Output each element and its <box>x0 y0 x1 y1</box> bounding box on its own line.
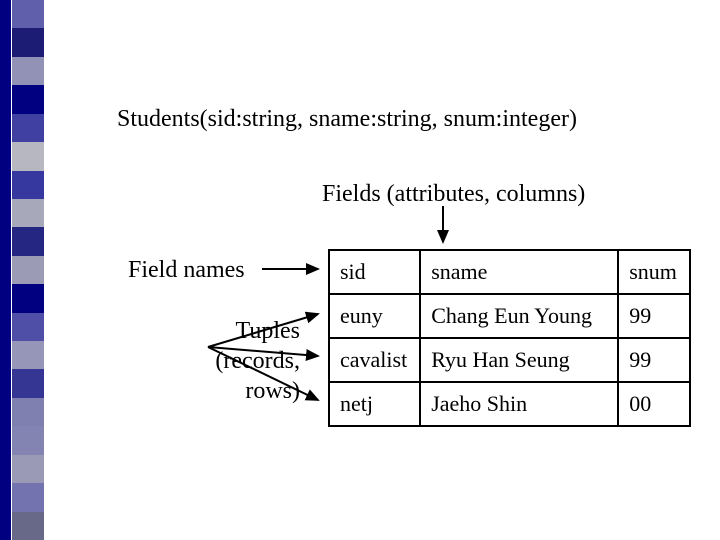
stripe-segment <box>12 398 44 426</box>
stripe-segment <box>12 171 44 199</box>
left-stripe-pattern <box>12 0 44 540</box>
header-snum: snum <box>618 250 690 294</box>
header-sname: sname <box>420 250 618 294</box>
stripe-segment <box>12 426 44 454</box>
stripe-segment <box>12 341 44 369</box>
cell-sname: Jaeho Shin <box>420 382 618 426</box>
relation-table: sid sname snum euny Chang Eun Young 99 c… <box>328 249 691 427</box>
stripe-segment <box>12 227 44 255</box>
header-sid: sid <box>329 250 420 294</box>
stripe-segment <box>12 199 44 227</box>
schema-definition-text: Students(sid:string, sname:string, snum:… <box>117 106 577 133</box>
slide: Students(sid:string, sname:string, snum:… <box>0 0 720 540</box>
stripe-segment <box>12 483 44 511</box>
arrow-tuples-to-rows <box>208 300 338 430</box>
stripe-segment <box>12 512 44 540</box>
stripe-segment <box>12 142 44 170</box>
cell-sname: Chang Eun Young <box>420 294 618 338</box>
cell-snum: 00 <box>618 382 690 426</box>
stripe-segment <box>12 0 44 28</box>
stripe-segment <box>12 256 44 284</box>
stripe-segment <box>12 85 44 113</box>
stripe-segment <box>12 114 44 142</box>
table-row: netj Jaeho Shin 00 <box>329 382 690 426</box>
fields-label: Fields (attributes, columns) <box>322 181 585 208</box>
cell-sid: netj <box>329 382 420 426</box>
stripe-segment <box>12 28 44 56</box>
arrow-fieldnames-to-header <box>262 259 332 279</box>
table-header-row: sid sname snum <box>329 250 690 294</box>
left-stripe-narrow <box>0 0 11 540</box>
field-names-label: Field names <box>128 257 245 284</box>
stripe-segment <box>12 313 44 341</box>
cell-sid: euny <box>329 294 420 338</box>
cell-sid: cavalist <box>329 338 420 382</box>
stripe-segment <box>12 369 44 397</box>
table-row: cavalist Ryu Han Seung 99 <box>329 338 690 382</box>
stripe-segment <box>12 455 44 483</box>
cell-snum: 99 <box>618 294 690 338</box>
stripe-segment <box>12 284 44 312</box>
cell-snum: 99 <box>618 338 690 382</box>
stripe-segment <box>12 57 44 85</box>
table-row: euny Chang Eun Young 99 <box>329 294 690 338</box>
cell-sname: Ryu Han Seung <box>420 338 618 382</box>
